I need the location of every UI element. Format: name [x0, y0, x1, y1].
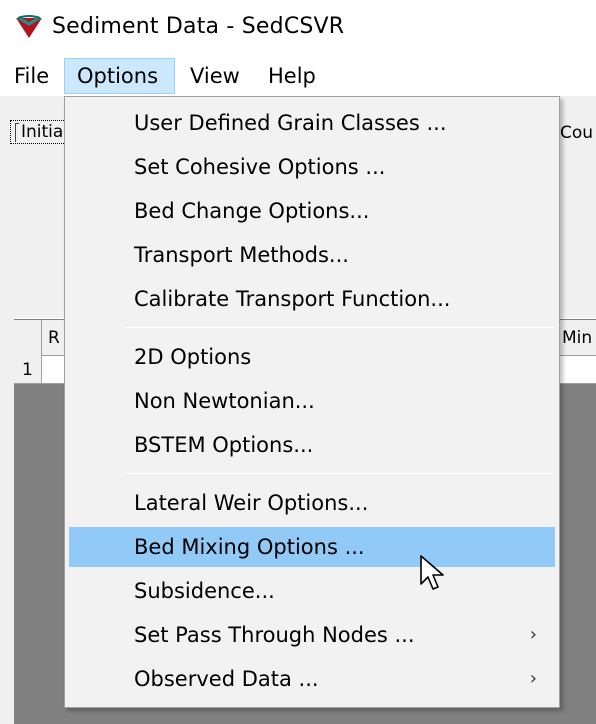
menu-item-label: BSTEM Options... [134, 433, 314, 457]
window-title: Sediment Data - SedCSVR [52, 14, 345, 39]
menu-item-set-cohesive-options[interactable]: Set Cohesive Options ... [69, 147, 555, 187]
menu-item-label: Lateral Weir Options... [134, 491, 369, 515]
menu-item-lateral-weir-options[interactable]: Lateral Weir Options... [69, 483, 555, 523]
menu-item-set-pass-through-nodes[interactable]: Set Pass Through Nodes ... › [69, 615, 555, 655]
menu-item-user-defined-grain-classes[interactable]: User Defined Grain Classes ... [69, 103, 555, 143]
grid-column-header-min[interactable]: Min [562, 322, 592, 354]
grid-row-header[interactable]: 1 [14, 356, 42, 384]
grid-column-header[interactable]: R [48, 322, 60, 354]
menu-item-label: Bed Mixing Options ... [134, 535, 365, 559]
chevron-right-icon: › [529, 624, 537, 645]
menu-item-subsidence[interactable]: Subsidence... [69, 571, 555, 611]
menu-item-2d-options[interactable]: 2D Options [69, 337, 555, 377]
menu-item-label: Set Pass Through Nodes ... [134, 623, 415, 647]
menu-item-observed-data[interactable]: Observed Data ... › [69, 659, 555, 699]
options-dropdown-menu: User Defined Grain Classes ... Set Cohes… [64, 96, 560, 708]
menu-file[interactable]: File [2, 58, 61, 94]
menu-item-calibrate-transport-function[interactable]: Calibrate Transport Function... [69, 279, 555, 319]
sedcsvr-app-icon [16, 15, 42, 38]
menu-separator [125, 473, 555, 474]
menu-separator [125, 327, 555, 328]
menu-bar: File Options View Help [0, 56, 596, 96]
menu-item-label: Non Newtonian... [134, 389, 315, 413]
menu-view[interactable]: View [178, 58, 252, 94]
mouse-pointer-icon [420, 555, 444, 590]
menu-item-bstem-options[interactable]: BSTEM Options... [69, 425, 555, 465]
grid-corner-cell [14, 320, 42, 356]
menu-item-transport-methods[interactable]: Transport Methods... [69, 235, 555, 275]
menu-item-label: Bed Change Options... [134, 199, 370, 223]
menu-item-label: Calibrate Transport Function... [134, 287, 451, 311]
menu-options[interactable]: Options [64, 58, 175, 94]
menu-item-label: User Defined Grain Classes ... [134, 111, 447, 135]
title-bar: Sediment Data - SedCSVR [0, 0, 596, 56]
menu-item-non-newtonian[interactable]: Non Newtonian... [69, 381, 555, 421]
menu-item-label: Subsidence... [134, 579, 275, 603]
menu-item-bed-mixing-options[interactable]: Bed Mixing Options ... [69, 527, 555, 567]
menu-item-label: Transport Methods... [134, 243, 349, 267]
tab-count[interactable]: Cou [556, 121, 594, 145]
menu-item-label: Observed Data ... [134, 667, 319, 691]
chevron-right-icon: › [529, 668, 537, 689]
menu-help[interactable]: Help [256, 58, 328, 94]
menu-item-label: Set Cohesive Options ... [134, 155, 386, 179]
menu-item-bed-change-options[interactable]: Bed Change Options... [69, 191, 555, 231]
menu-item-label: 2D Options [134, 345, 252, 369]
tab-initial[interactable]: Initia [10, 120, 70, 144]
